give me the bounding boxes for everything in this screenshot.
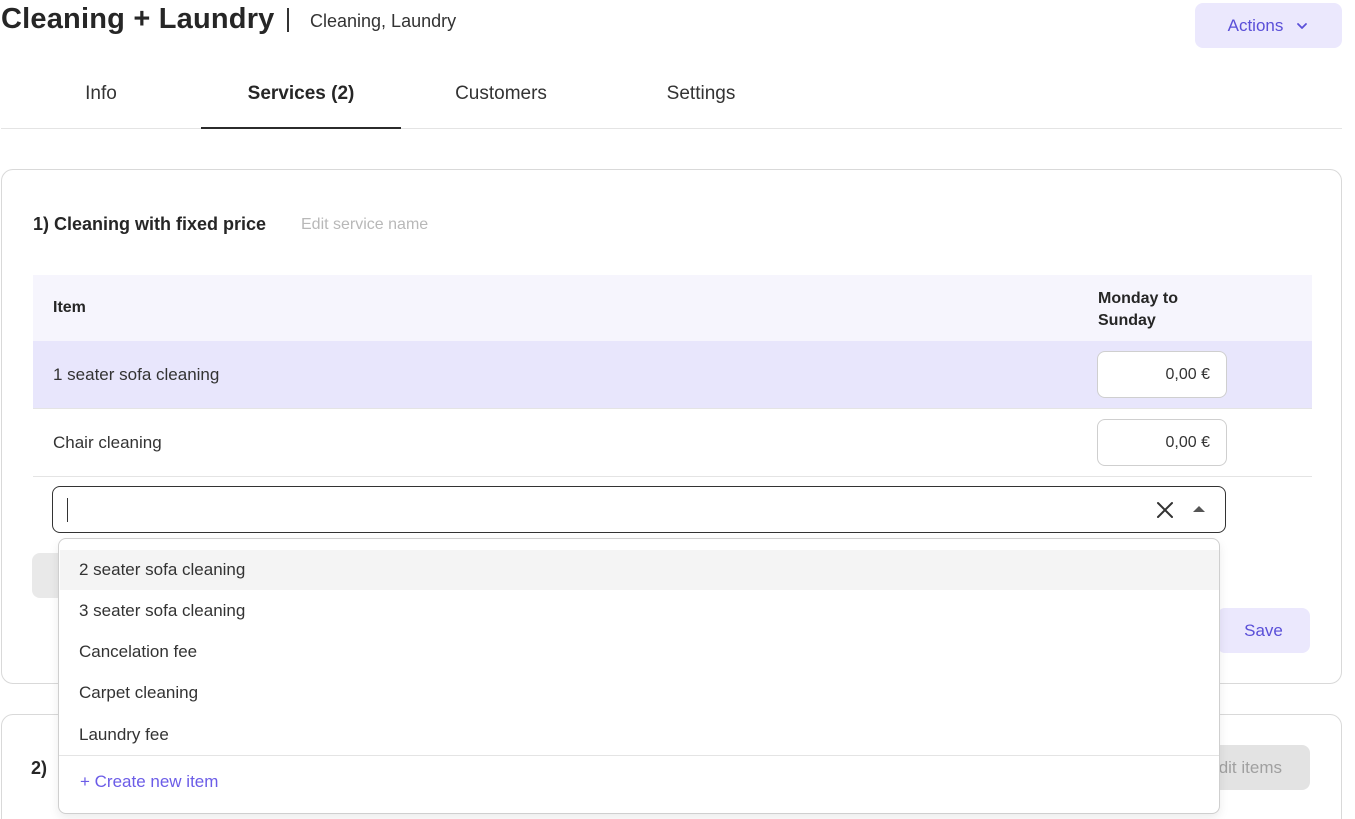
close-icon[interactable] [1156,501,1174,519]
service-title: 1) Cleaning with fixed price [33,214,267,234]
service-title: 2) [31,758,48,778]
tab-bar: Info Services (2) Customers Settings [1,60,1342,129]
page-title: Cleaning + Laundry [1,3,275,35]
save-button[interactable]: Save [1217,608,1310,653]
item-dropdown: 2 seater sofa cleaning 3 seater sofa cle… [58,538,1220,814]
text-cursor [67,498,68,522]
page-subtitle: Cleaning, Laundry [310,11,457,31]
tab-services[interactable]: Services (2) [201,60,401,129]
item-search-combobox[interactable] [52,486,1226,533]
tab-settings[interactable]: Settings [601,60,801,128]
dropdown-divider [59,755,1219,756]
column-header-item: Item [53,299,86,316]
row-item-label: Chair cleaning [53,433,162,452]
create-new-item-link[interactable]: + Create new item [80,772,218,792]
actions-button[interactable]: Actions [1195,3,1342,48]
actions-label: Actions [1227,15,1284,35]
dropdown-option[interactable]: Laundry fee [60,715,1219,755]
tab-info[interactable]: Info [1,60,201,128]
items-table: Item Monday to Sunday 1 seater sofa clea… [33,275,1312,477]
table-row: Chair cleaning 0,00 € [33,409,1312,477]
table-row: 1 seater sofa cleaning 0,00 € [33,341,1312,409]
dropdown-option[interactable]: 2 seater sofa cleaning [60,550,1219,590]
dropdown-option[interactable]: 3 seater sofa cleaning [60,591,1219,631]
column-header-price: Monday to Sunday [1098,290,1178,329]
dropdown-option[interactable]: Carpet cleaning [60,673,1219,713]
table-header: Item Monday to Sunday [33,275,1312,341]
title-divider [287,8,289,32]
caret-up-icon[interactable] [1192,504,1206,514]
price-input[interactable]: 0,00 € [1097,419,1227,466]
tab-customers[interactable]: Customers [401,60,601,128]
chevron-down-icon [1297,22,1308,29]
edit-service-name-link[interactable]: Edit service name [301,216,428,234]
row-item-label: 1 seater sofa cleaning [53,365,220,384]
price-input[interactable]: 0,00 € [1097,351,1227,398]
dropdown-option[interactable]: Cancelation fee [60,632,1219,672]
